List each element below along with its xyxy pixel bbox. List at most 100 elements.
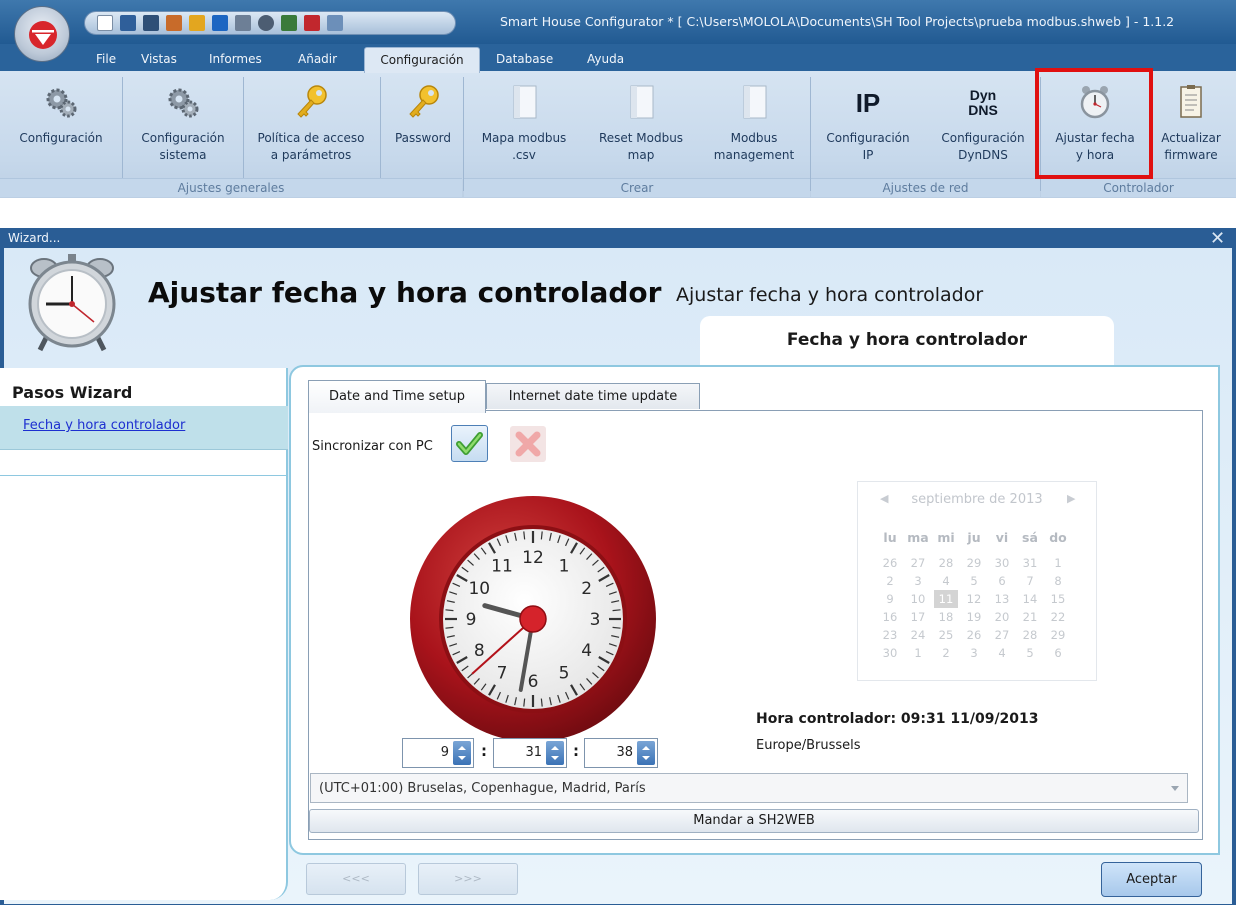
calendar-day[interactable]: 28: [1018, 626, 1042, 644]
antenna-icon[interactable]: [258, 15, 274, 31]
clock-numeral: 3: [590, 610, 601, 630]
step-link[interactable]: Fecha y hora controlador: [23, 418, 185, 433]
accept-button[interactable]: Aceptar: [1101, 862, 1202, 897]
sync-cancel-button[interactable]: [510, 426, 546, 462]
spin-down-icon[interactable]: [551, 756, 559, 760]
calendar-day[interactable]: 16: [878, 608, 902, 626]
tab-date-time-setup[interactable]: Date and Time setup: [308, 380, 486, 413]
calendar-day[interactable]: 3: [906, 572, 930, 590]
ribbon-configuracion-dyndns-button[interactable]: Dyn DNS Configuración DynDNS: [928, 71, 1038, 181]
tab-database[interactable]: Database: [496, 52, 553, 66]
calendar-day[interactable]: 4: [934, 572, 958, 590]
tab-file[interactable]: File: [96, 52, 116, 66]
calendar-day[interactable]: 29: [962, 554, 986, 572]
new-file-icon[interactable]: [97, 15, 113, 31]
network-icon[interactable]: [281, 15, 297, 31]
calendar-day[interactable]: 20: [990, 608, 1014, 626]
sync-confirm-button[interactable]: [451, 425, 488, 462]
calendar-day[interactable]: 14: [1018, 590, 1042, 608]
second-spinner[interactable]: 38: [584, 738, 658, 768]
spin-down-icon[interactable]: [642, 756, 650, 760]
calendar-day[interactable]: 1: [1046, 554, 1070, 572]
screen-icon[interactable]: [327, 15, 343, 31]
app-menu-button[interactable]: [14, 6, 70, 62]
calendar-day[interactable]: 5: [1018, 644, 1042, 662]
ribbon-configuracion-button[interactable]: Configuración: [4, 71, 118, 181]
calendar-weekday: lu: [883, 530, 897, 545]
calendar-day[interactable]: 25: [934, 626, 958, 644]
calendar-day[interactable]: 30: [878, 644, 902, 662]
calendar-day[interactable]: 6: [990, 572, 1014, 590]
calendar-day[interactable]: 21: [1018, 608, 1042, 626]
prev-button[interactable]: <<<: [306, 863, 406, 895]
calendar-day[interactable]: 2: [934, 644, 958, 662]
calendar-day[interactable]: 15: [1046, 590, 1070, 608]
calendar-day[interactable]: 13: [990, 590, 1014, 608]
spin-up-icon[interactable]: [551, 746, 559, 750]
calendar-day[interactable]: 30: [990, 554, 1014, 572]
calendar-day[interactable]: 24: [906, 626, 930, 644]
export-icon[interactable]: [212, 15, 228, 31]
open-icon[interactable]: [120, 15, 136, 31]
key-icon: [409, 85, 439, 118]
calendar-day[interactable]: 1: [906, 644, 930, 662]
tab-configuracion[interactable]: Configuración: [364, 47, 480, 73]
next-button[interactable]: >>>: [418, 863, 518, 895]
tab-informes[interactable]: Informes: [209, 52, 262, 66]
calendar-day[interactable]: 2: [878, 572, 902, 590]
calendar-day[interactable]: 4: [990, 644, 1014, 662]
calendar-day[interactable]: 27: [906, 554, 930, 572]
calendar-next-icon[interactable]: ▶: [1067, 492, 1075, 505]
spinner-buttons[interactable]: [546, 741, 564, 765]
calendar-day[interactable]: 7: [1018, 572, 1042, 590]
tab-ayuda[interactable]: Ayuda: [587, 52, 624, 66]
calendar-day[interactable]: 19: [962, 608, 986, 626]
calendar-day[interactable]: 23: [878, 626, 902, 644]
calendar-day[interactable]: 27: [990, 626, 1014, 644]
calendar-day[interactable]: 26: [962, 626, 986, 644]
ribbon-configuracion-ip-button[interactable]: IP Configuración IP: [813, 71, 923, 181]
spin-down-icon[interactable]: [458, 756, 466, 760]
close-icon[interactable]: ✕: [1210, 228, 1225, 249]
send-sh2web-button[interactable]: Mandar a SH2WEB: [309, 809, 1199, 833]
calendar-day[interactable]: 12: [962, 590, 986, 608]
calendar-day[interactable]: 31: [1018, 554, 1042, 572]
spin-up-icon[interactable]: [642, 746, 650, 750]
timezone-select[interactable]: (UTC+01:00) Bruselas, Copenhague, Madrid…: [310, 773, 1188, 803]
module-icon[interactable]: [304, 15, 320, 31]
tab-internet-date-time[interactable]: Internet date time update: [486, 383, 700, 409]
tab-vistas[interactable]: Vistas: [141, 52, 177, 66]
calendar-day[interactable]: 8: [1046, 572, 1070, 590]
clock-tick: [445, 626, 454, 629]
calendar-day[interactable]: 26: [878, 554, 902, 572]
calendar-day[interactable]: 18: [934, 608, 958, 626]
spinner-buttons[interactable]: [453, 741, 471, 765]
ribbon-configuracion-sistema-button[interactable]: Configuración sistema: [126, 71, 240, 181]
calendar-day[interactable]: 28: [934, 554, 958, 572]
ribbon-reset-modbus-button[interactable]: Reset Modbus map: [584, 71, 698, 181]
spin-up-icon[interactable]: [458, 746, 466, 750]
calendar-day[interactable]: 6: [1046, 644, 1070, 662]
calendar-day[interactable]: 5: [962, 572, 986, 590]
ribbon-modbus-management-button[interactable]: Modbus management: [701, 71, 807, 181]
calendar-day[interactable]: 29: [1046, 626, 1070, 644]
save-icon[interactable]: [143, 15, 159, 31]
calendar-day[interactable]: 10: [906, 590, 930, 608]
calendar-day[interactable]: 3: [962, 644, 986, 662]
edit-icon[interactable]: [166, 15, 182, 31]
spinner-buttons[interactable]: [637, 741, 655, 765]
tab-anadir[interactable]: Añadir: [298, 52, 337, 66]
ribbon-politica-acceso-button[interactable]: Política de acceso a parámetros: [246, 71, 376, 181]
grid-icon[interactable]: [235, 15, 251, 31]
ribbon-password-button[interactable]: Password: [384, 71, 462, 181]
import-icon[interactable]: [189, 15, 205, 31]
calendar-day[interactable]: 22: [1046, 608, 1070, 626]
minute-spinner[interactable]: 31: [493, 738, 567, 768]
clock-tick: [612, 626, 621, 629]
calendar-day[interactable]: 9: [878, 590, 902, 608]
calendar-day[interactable]: 17: [906, 608, 930, 626]
ribbon-actualizar-firmware-button[interactable]: Actualizar firmware: [1150, 71, 1232, 181]
ribbon-mapa-modbus-button[interactable]: Mapa modbus .csv: [467, 71, 581, 181]
calendar-day[interactable]: 11: [934, 590, 958, 608]
hour-spinner[interactable]: 9: [402, 738, 474, 768]
